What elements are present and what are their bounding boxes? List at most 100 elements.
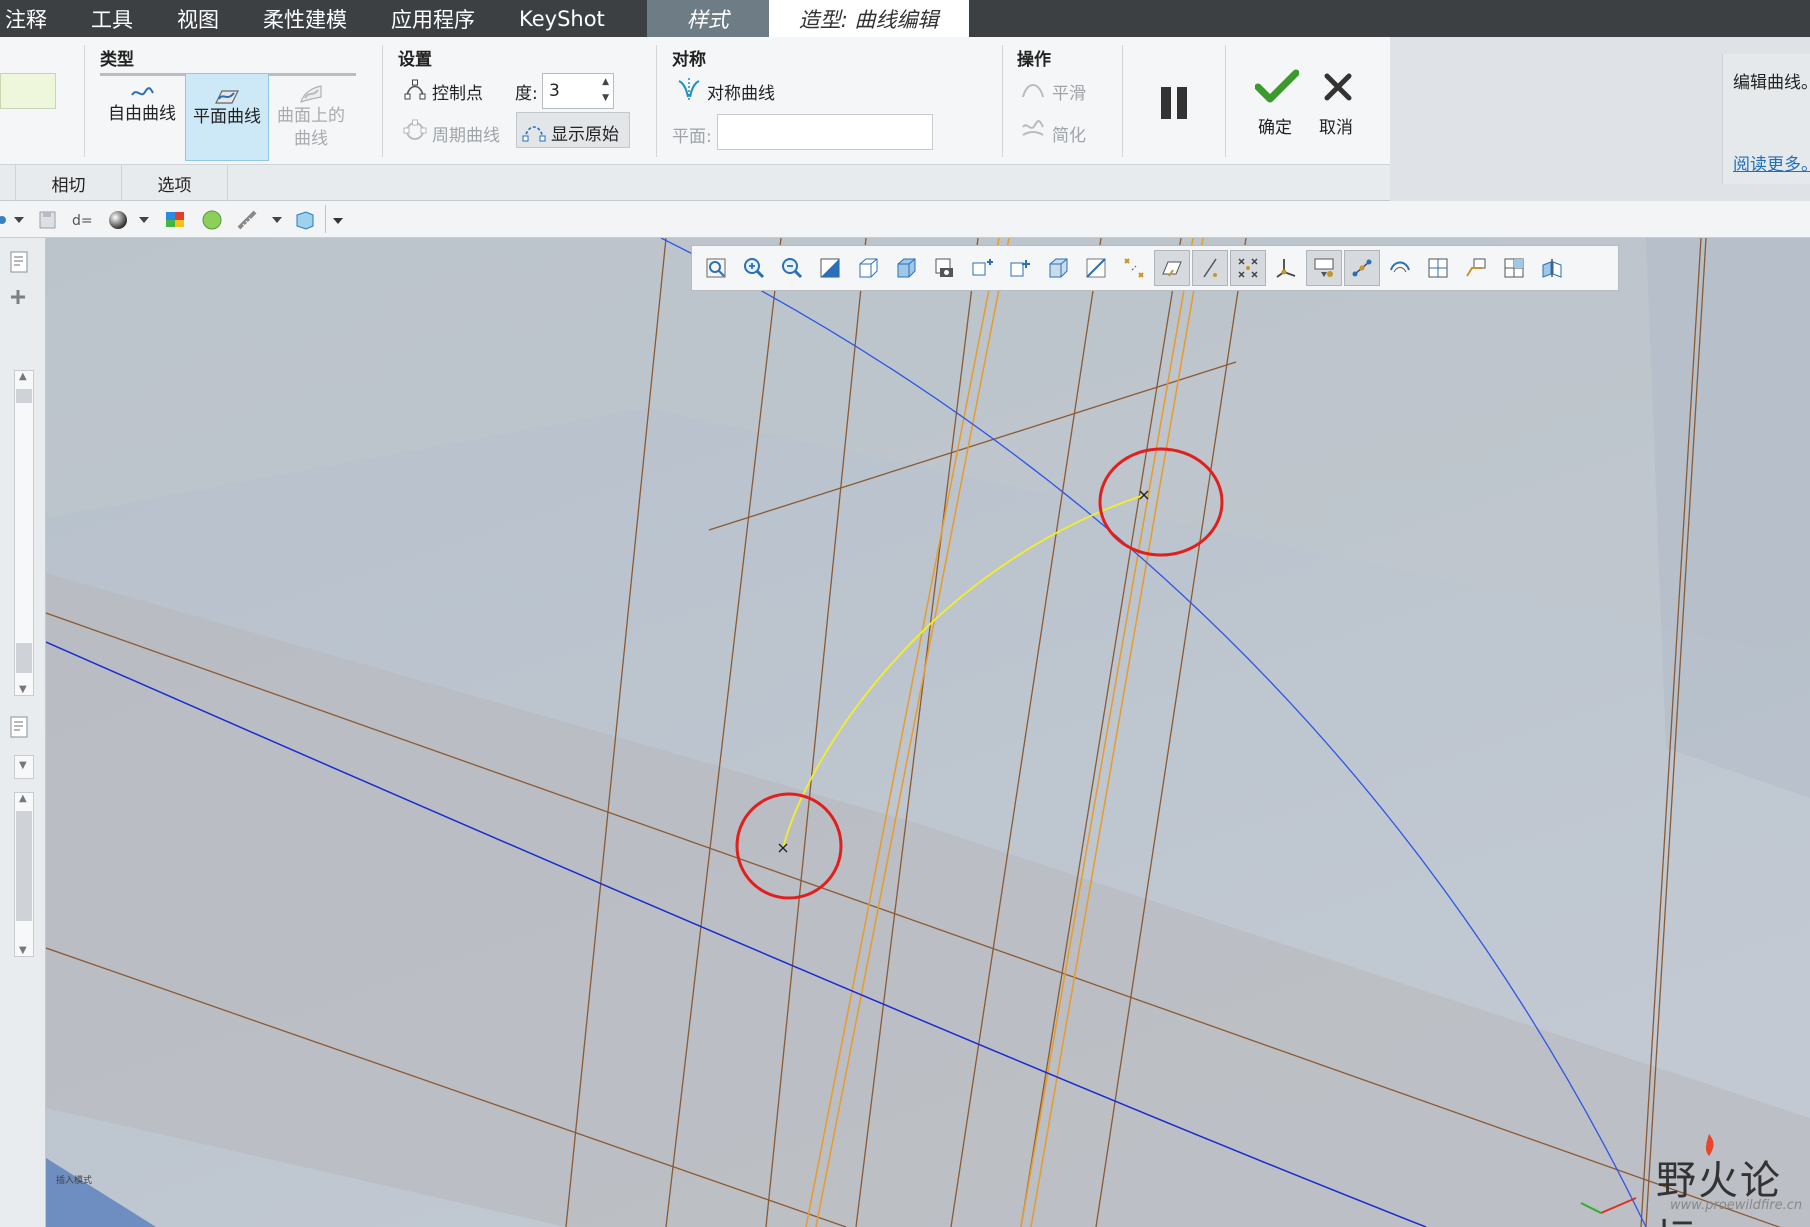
- spin-center-icon: [1010, 260, 1030, 277]
- datum-planes-button[interactable]: [1078, 250, 1114, 286]
- repaint-button[interactable]: [812, 250, 848, 286]
- curvature-display-button[interactable]: [1382, 250, 1418, 286]
- scroll-thumb[interactable]: [16, 811, 32, 921]
- ribbon: 类型 自由曲线 平面曲线 曲面上的 曲线 设置 控制点 度: 3 ▲ ▼ 周期曲…: [0, 37, 1390, 165]
- pause-icon: [1161, 87, 1187, 119]
- layer-tree-icon[interactable]: [8, 715, 32, 741]
- graphics-viewport[interactable]: 插入模式 野火论坛 www.proewildfire.cn: [46, 238, 1810, 1227]
- menu-view[interactable]: 视图: [155, 0, 241, 37]
- dimension-display-icon[interactable]: d=: [71, 209, 93, 231]
- refit-button[interactable]: [698, 250, 734, 286]
- point-display-toggle[interactable]: [1230, 250, 1266, 286]
- menu-tools[interactable]: 工具: [69, 0, 155, 37]
- zoom-out-button[interactable]: [774, 250, 810, 286]
- multi-view-button[interactable]: [1496, 250, 1532, 286]
- periodic-curve-toggle[interactable]: 周期曲线: [432, 121, 500, 146]
- section-view-icon[interactable]: [294, 209, 316, 231]
- spin-center-toggle[interactable]: [1344, 250, 1380, 286]
- chevron-down-icon[interactable]: [13, 209, 25, 231]
- free-curve-label: 自由曲线: [108, 104, 176, 124]
- spin-center-button[interactable]: [1002, 250, 1038, 286]
- display-style-icon[interactable]: [107, 209, 129, 231]
- degree-value: 3: [549, 81, 560, 101]
- tab-options[interactable]: 选项: [122, 165, 228, 201]
- csys-display-toggle[interactable]: [1268, 250, 1304, 286]
- multi-view-icon: [1504, 258, 1524, 278]
- ok-label: 确定: [1258, 118, 1292, 138]
- in-graphics-toolbar: [691, 245, 1619, 291]
- scroll-down-icon[interactable]: ▼: [19, 945, 27, 956]
- chevron-down-icon[interactable]: [271, 209, 283, 231]
- help-read-more-link[interactable]: 阅读更多。: [1733, 150, 1810, 175]
- view-manager-button[interactable]: [926, 250, 962, 286]
- curve-on-surface-label-1: 曲面上的: [277, 106, 345, 126]
- model-display-button[interactable]: [1040, 250, 1076, 286]
- repaint-icon: [820, 258, 840, 278]
- plane-collector[interactable]: [717, 114, 933, 150]
- menu-applications[interactable]: 应用程序: [369, 0, 497, 37]
- graphics-toolbar: d=: [0, 201, 1810, 238]
- group-divider: [1122, 45, 1123, 157]
- free-curve-icon: [131, 87, 154, 96]
- grid-button[interactable]: [1420, 250, 1456, 286]
- left-panel: ▲ ▼ ▼ ▲ ▼: [0, 238, 46, 1227]
- flip-view-button[interactable]: [1534, 250, 1570, 286]
- simplify-button[interactable]: 简化: [1052, 121, 1086, 146]
- perspective-view-button[interactable]: [964, 250, 1000, 286]
- plane-display-toggle[interactable]: [1154, 250, 1190, 286]
- save-view-icon[interactable]: [37, 209, 59, 231]
- model-tree-icon[interactable]: [8, 250, 32, 276]
- active-plane-button[interactable]: [1458, 250, 1494, 286]
- curve-on-surface-button[interactable]: 曲面上的 曲线: [269, 73, 353, 161]
- scroll-up-icon[interactable]: ▲: [19, 371, 27, 382]
- menu-flexible-modeling[interactable]: 柔性建模: [241, 0, 369, 37]
- zoom-in-icon: [744, 258, 765, 279]
- curvature-icon: [1390, 261, 1410, 273]
- menu-keyshot[interactable]: KeyShot: [497, 0, 627, 37]
- spin-up-icon[interactable]: ▲: [602, 77, 609, 87]
- left-dropdown[interactable]: ▼: [14, 755, 34, 779]
- tab-style[interactable]: 样式: [646, 0, 769, 37]
- pause-button[interactable]: [1150, 79, 1198, 127]
- periodic-curve-icon: [403, 119, 427, 143]
- add-icon[interactable]: [9, 288, 27, 306]
- chevron-down-icon[interactable]: ▼: [19, 760, 27, 771]
- close-icon: [1324, 73, 1352, 101]
- spin-down-icon[interactable]: ▼: [602, 93, 609, 103]
- ok-button[interactable]: 确定: [1252, 69, 1302, 149]
- group-divider: [382, 45, 383, 157]
- scroll-thumb[interactable]: [16, 643, 32, 673]
- scroll-thumb[interactable]: [16, 389, 32, 403]
- tab-curve-edit[interactable]: 造型: 曲线编辑: [768, 0, 969, 37]
- display-style-button[interactable]: [888, 250, 924, 286]
- menu-bar: 注释 工具 视图 柔性建模 应用程序 KeyShot 样式 造型: 曲线编辑: [0, 0, 1810, 37]
- toolbar-overflow-icon[interactable]: [330, 209, 346, 231]
- scroll-down-icon[interactable]: ▼: [19, 684, 27, 695]
- zoom-in-button[interactable]: [736, 250, 772, 286]
- scroll-up-icon[interactable]: ▲: [19, 793, 27, 804]
- menu-annotate[interactable]: 注释: [0, 0, 69, 37]
- symmetric-curve-toggle[interactable]: 对称曲线: [707, 79, 775, 104]
- left-scrollbar-2[interactable]: ▲ ▼: [14, 792, 34, 957]
- tab-tangency[interactable]: 相切: [16, 165, 122, 201]
- planar-curve-button[interactable]: 平面曲线: [185, 73, 269, 161]
- axis-display-toggle[interactable]: [1192, 250, 1228, 286]
- saved-orientations-button[interactable]: [850, 250, 886, 286]
- smooth-button[interactable]: 平滑: [1052, 79, 1086, 104]
- curve-on-surface-label-2: 曲线: [294, 129, 328, 149]
- control-points-toggle[interactable]: 控制点: [432, 79, 483, 104]
- free-curve-button[interactable]: 自由曲线: [100, 73, 184, 161]
- chevron-down-icon[interactable]: [138, 209, 150, 231]
- help-panel: 编辑曲线。 阅读更多。: [1722, 54, 1810, 184]
- curve-name-field[interactable]: [0, 73, 56, 109]
- left-scrollbar-1[interactable]: ▲ ▼: [14, 370, 34, 696]
- annotation-display-toggle[interactable]: [1306, 250, 1342, 286]
- datum-axes-button[interactable]: [1116, 250, 1152, 286]
- degree-input[interactable]: 3 ▲ ▼: [542, 73, 614, 109]
- show-original-button[interactable]: 显示原始: [516, 112, 630, 148]
- degree-label: 度:: [515, 84, 538, 104]
- cancel-button[interactable]: 取消: [1313, 69, 1363, 149]
- measure-icon[interactable]: [236, 209, 258, 231]
- render-sphere-icon[interactable]: [201, 209, 223, 231]
- appearance-gallery-icon[interactable]: [164, 209, 186, 231]
